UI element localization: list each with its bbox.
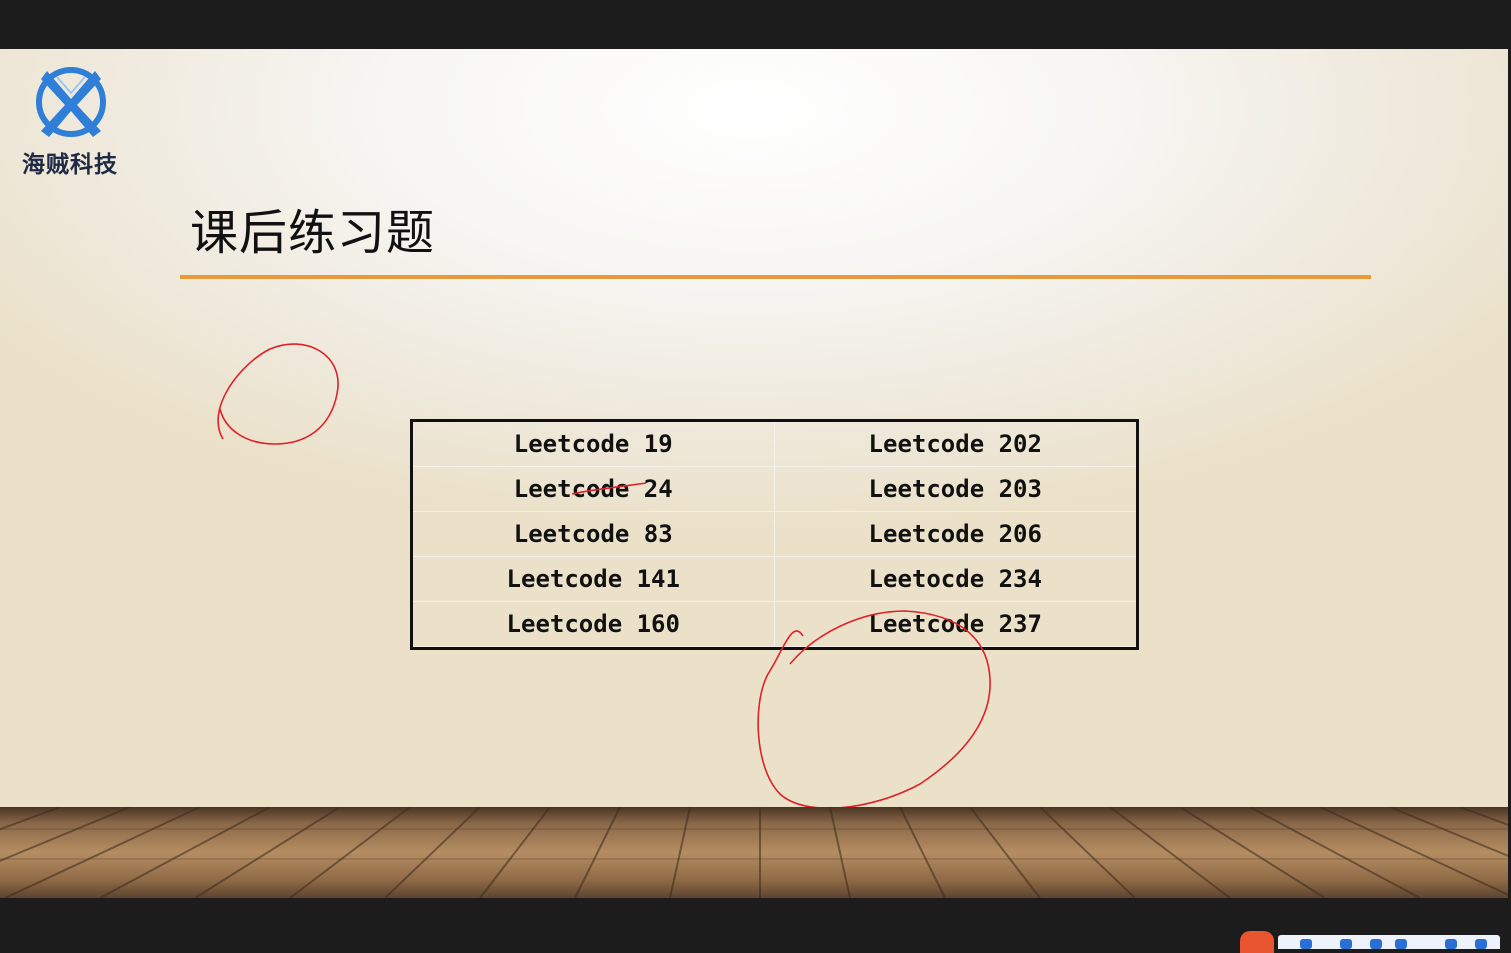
system-tray xyxy=(1240,927,1500,953)
logo-text: 海贼科技 xyxy=(22,151,118,178)
x-emblem-icon xyxy=(36,67,106,137)
problem-table: Leetcode 19 Leetcode 202 Leetcode 24 Lee… xyxy=(410,419,1139,650)
table-cell: Leetocde 234 xyxy=(774,557,1136,602)
table-cell: Leetcode 19 xyxy=(413,422,775,467)
annotation-circle-left xyxy=(217,343,339,445)
table-cell: Leetcode 202 xyxy=(774,422,1136,467)
company-logo: 海贼科技 xyxy=(10,65,130,180)
slide-title: 课后练习题 xyxy=(190,205,436,261)
table-cell: Leetcode 203 xyxy=(774,467,1136,512)
table-cell: Leetcode 237 xyxy=(774,602,1136,647)
table-cell: Leetcode 206 xyxy=(774,512,1136,557)
table-cell: Leetcode 160 xyxy=(413,602,775,647)
table-cell: Leetcode 83 xyxy=(413,512,775,557)
table-cell: Leetcode 24 xyxy=(413,467,775,512)
sogou-ime-icon[interactable] xyxy=(1240,931,1274,953)
table-cell: Leetcode 141 xyxy=(413,557,775,602)
window-top-bar xyxy=(0,0,1511,49)
wooden-floor xyxy=(0,807,1511,898)
presentation-slide: 海贼科技 课后练习题 Leetcode 19 Leetcode 202 Leet… xyxy=(0,49,1511,898)
title-underline xyxy=(180,275,1371,279)
